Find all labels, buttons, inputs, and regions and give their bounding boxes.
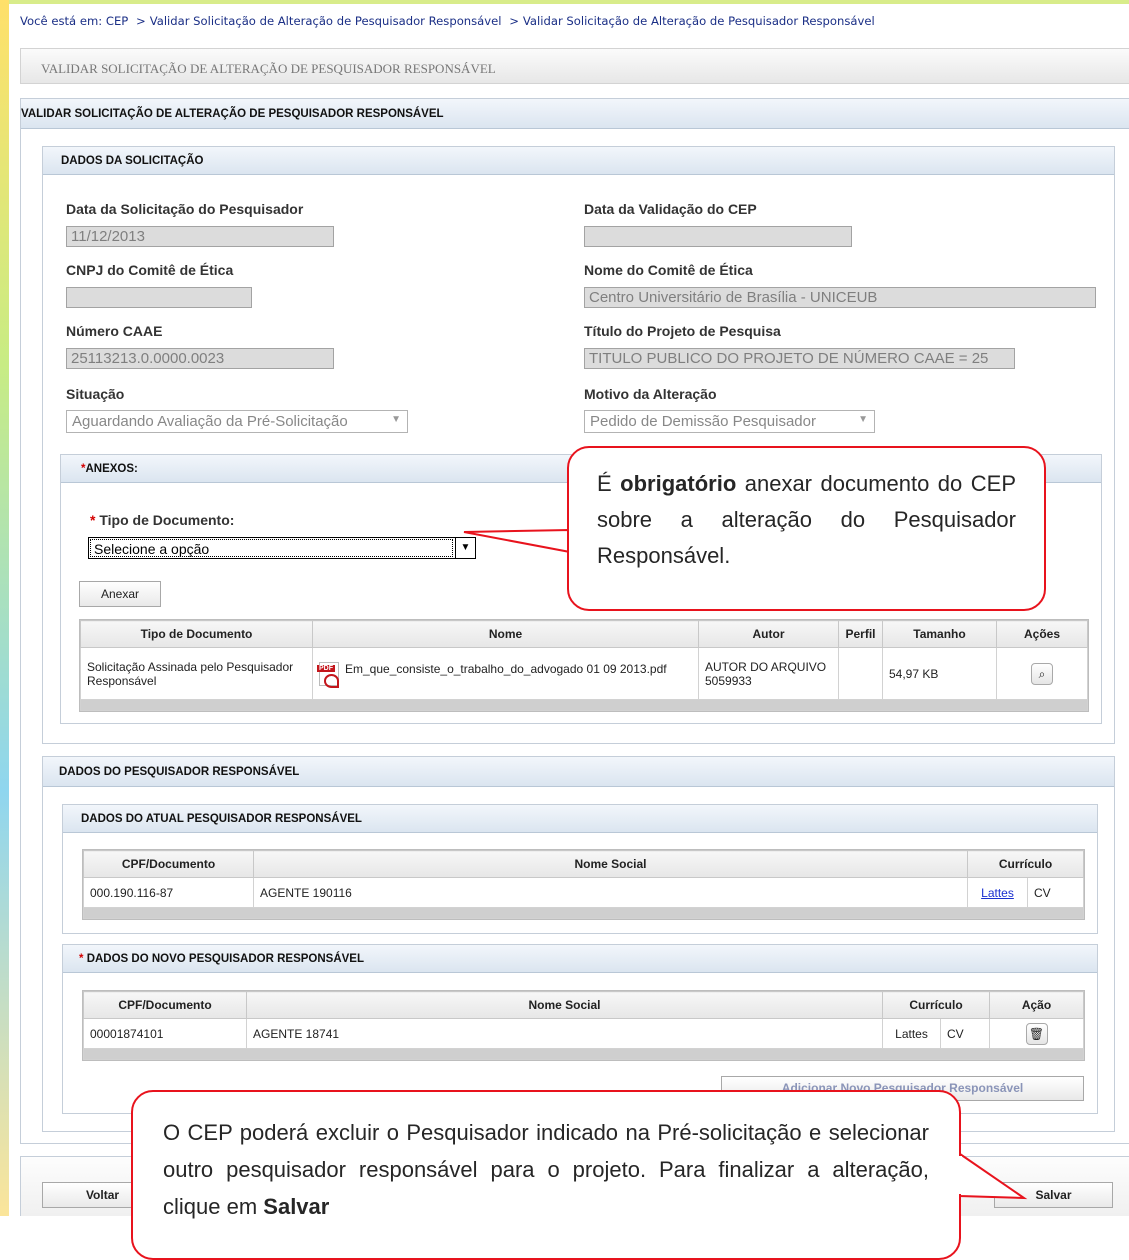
col-autor: Autor bbox=[698, 620, 839, 648]
top-accent-strip bbox=[0, 0, 1129, 4]
novo-pesquisador-title: * DADOS DO NOVO PESQUISADOR RESPONSÁVEL bbox=[63, 945, 1097, 973]
cnpj-field[interactable] bbox=[66, 287, 252, 308]
anexos-title-text: ANEXOS: bbox=[85, 463, 138, 475]
col-perfil: Perfil bbox=[838, 620, 883, 648]
row-nome-social: AGENTE 18741 bbox=[246, 1018, 883, 1049]
anexos-table: Tipo de Documento Nome Autor Perfil Tama… bbox=[79, 619, 1089, 712]
dados-solicitacao-title: DADOS DA SOLICITAÇÃO bbox=[43, 147, 1114, 175]
callout-anexo: É obrigatório anexar documento do CEP so… bbox=[567, 446, 1046, 611]
row-acao: 🗑 bbox=[989, 1018, 1084, 1049]
row-perfil bbox=[838, 647, 883, 700]
col-curriculo: Currículo bbox=[882, 991, 990, 1019]
breadcrumb-item-validar[interactable]: Validar Solicitação de Alteração de Pesq… bbox=[150, 14, 502, 28]
atual-pesquisador-table: CPF/Documento Nome Social Currículo 000.… bbox=[82, 849, 1085, 920]
col-tipo-documento: Tipo de Documento bbox=[80, 620, 313, 648]
row-nome[interactable]: Em_que_consiste_o_trabalho_do_advogado 0… bbox=[312, 647, 699, 700]
situacao-label: Situação bbox=[66, 386, 125, 402]
breadcrumb-separator: > bbox=[135, 14, 146, 28]
required-mark: * bbox=[90, 512, 96, 528]
row-cpf: 000.190.116-87 bbox=[83, 877, 254, 908]
novo-pesquisador-table: CPF/Documento Nome Social Currículo Ação… bbox=[82, 990, 1085, 1061]
col-tamanho: Tamanho bbox=[882, 620, 997, 648]
motivo-value: Pedido de Demissão Pesquisador bbox=[590, 413, 816, 430]
caae-field[interactable]: 25113213.0.0000.0023 bbox=[66, 348, 334, 369]
row-autor: AUTOR DO ARQUIVO 5059933 bbox=[698, 647, 839, 700]
cnpj-label: CNPJ do Comitê de Ética bbox=[66, 262, 234, 278]
pesquisador-title: DADOS DO PESQUISADOR RESPONSÁVEL bbox=[43, 757, 1114, 787]
motivo-label: Motivo da Alteração bbox=[584, 386, 717, 402]
col-nome: Nome bbox=[312, 620, 699, 648]
page-title: VALIDAR SOLICITAÇÃO DE ALTERAÇÃO DE PESQ… bbox=[20, 48, 1129, 84]
pdf-icon bbox=[317, 661, 339, 688]
tipo-documento-label: * Tipo de Documento: bbox=[90, 512, 234, 528]
left-accent-strip bbox=[0, 0, 9, 1216]
breadcrumb-prefix: Você está em: bbox=[20, 14, 103, 28]
nome-comite-field[interactable]: Centro Universitário de Brasília - UNICE… bbox=[584, 287, 1096, 308]
tipo-documento-value: Selecione a opção bbox=[90, 539, 453, 557]
table-row: Solicitação Assinada pelo Pesquisador Re… bbox=[80, 647, 1088, 700]
cv-cell: CV bbox=[1027, 877, 1084, 908]
situacao-value: Aguardando Avaliação da Pré-Solicitação bbox=[72, 413, 348, 430]
lattes-cell: Lattes bbox=[882, 1018, 941, 1049]
col-cpf: CPF/Documento bbox=[83, 850, 254, 878]
table-footer bbox=[80, 699, 1088, 711]
callout-anexo-bold: obrigatório bbox=[620, 471, 737, 496]
col-acao: Ação bbox=[989, 991, 1084, 1019]
row-acoes: ⌕ bbox=[996, 647, 1088, 700]
col-acoes: Ações bbox=[996, 620, 1088, 648]
breadcrumb: Você está em: CEP > Validar Solicitação d… bbox=[20, 14, 875, 28]
titulo-projeto-label: Título do Projeto de Pesquisa bbox=[584, 323, 781, 339]
data-solicitacao-label: Data da Solicitação do Pesquisador bbox=[66, 201, 304, 217]
callout-tail-excluir bbox=[958, 1152, 1028, 1200]
magnifier-icon[interactable]: ⌕ bbox=[1031, 662, 1053, 685]
tipo-documento-label-text: Tipo de Documento: bbox=[99, 512, 235, 528]
col-curriculo: Currículo bbox=[967, 850, 1084, 878]
col-nome-social: Nome Social bbox=[246, 991, 883, 1019]
table-row: 000.190.116-87 AGENTE 190116 Lattes CV bbox=[83, 877, 1084, 908]
row-tamanho: 54,97 KB bbox=[882, 647, 997, 700]
callout-tail-anexo bbox=[463, 528, 572, 554]
breadcrumb-separator: > bbox=[509, 14, 519, 28]
col-nome-social: Nome Social bbox=[253, 850, 968, 878]
nome-comite-label: Nome do Comitê de Ética bbox=[584, 262, 753, 278]
trash-icon[interactable]: 🗑 bbox=[1025, 1022, 1048, 1045]
titulo-projeto-field[interactable]: TITULO PUBLICO DO PROJETO DE NÚMERO CAAE… bbox=[584, 348, 1015, 369]
novo-pesquisador-title-text: DADOS DO NOVO PESQUISADOR RESPONSÁVEL bbox=[86, 953, 365, 965]
breadcrumb-item-current: Validar Solicitação de Alteração de Pesq… bbox=[522, 14, 875, 28]
col-cpf: CPF/Documento bbox=[83, 991, 247, 1019]
motivo-select[interactable]: Pedido de Demissão Pesquisador ▼ bbox=[584, 410, 875, 433]
table-footer bbox=[83, 907, 1084, 919]
atual-pesquisador-title: DADOS DO ATUAL PESQUISADOR RESPONSÁVEL bbox=[63, 805, 1097, 833]
lattes-link-text[interactable]: Lattes bbox=[981, 886, 1014, 900]
data-solicitacao-field[interactable]: 11/12/2013 bbox=[66, 226, 334, 247]
situacao-select[interactable]: Aguardando Avaliação da Pré-Solicitação … bbox=[66, 410, 408, 433]
row-nome-social: AGENTE 190116 bbox=[253, 877, 968, 908]
table-footer bbox=[83, 1048, 1084, 1060]
chevron-down-icon: ▼ bbox=[391, 414, 401, 425]
breadcrumb-item-cep[interactable]: CEP bbox=[106, 14, 128, 28]
lattes-link[interactable]: Lattes bbox=[967, 877, 1028, 908]
row-nome-text[interactable]: Em_que_consiste_o_trabalho_do_advogado 0… bbox=[345, 662, 675, 676]
cv-cell: CV bbox=[940, 1018, 990, 1049]
callout-excluir: O CEP poderá excluir o Pesquisador indic… bbox=[131, 1090, 961, 1260]
caae-label: Número CAAE bbox=[66, 323, 163, 339]
data-validacao-field[interactable] bbox=[584, 226, 852, 247]
row-cpf: 00001874101 bbox=[83, 1018, 247, 1049]
row-tipo: Solicitação Assinada pelo Pesquisador Re… bbox=[80, 647, 313, 700]
callout-excluir-bold: Salvar bbox=[263, 1194, 330, 1219]
data-validacao-label: Data da Validação do CEP bbox=[584, 201, 757, 217]
chevron-down-icon: ▼ bbox=[858, 414, 868, 425]
required-mark: * bbox=[79, 953, 84, 965]
table-row: 00001874101 AGENTE 18741 Lattes CV 🗑 bbox=[83, 1018, 1084, 1049]
tipo-documento-select[interactable]: Selecione a opção ▼ bbox=[88, 537, 476, 559]
anexar-button[interactable]: Anexar bbox=[79, 581, 161, 607]
callout-anexo-prefix: É bbox=[597, 471, 621, 496]
main-panel-title: VALIDAR SOLICITAÇÃO DE ALTERAÇÃO DE PESQ… bbox=[21, 99, 1129, 129]
